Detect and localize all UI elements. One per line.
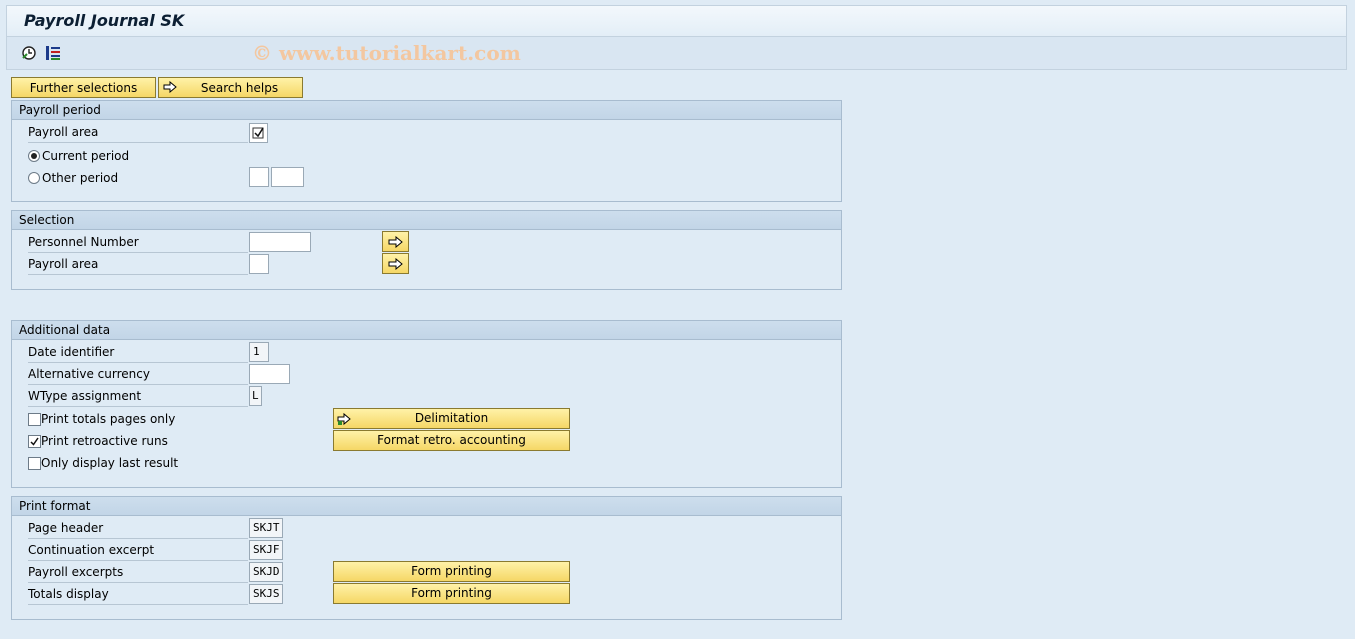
delimitation-icon bbox=[337, 412, 351, 426]
only-last-result-checkbox[interactable] bbox=[28, 457, 41, 470]
continuation-field[interactable]: SKJF bbox=[249, 540, 283, 560]
group-title: Payroll period bbox=[12, 101, 841, 120]
page-title: Payroll Journal SK bbox=[24, 11, 185, 30]
current-period-label: Current period bbox=[42, 149, 130, 163]
watermark: © www.tutorialkart.com bbox=[252, 41, 521, 65]
payroll-area-label: Payroll area bbox=[28, 123, 248, 143]
continuation-label: Continuation excerpt bbox=[28, 541, 248, 561]
program-doc-icon[interactable] bbox=[45, 45, 61, 61]
print-totals-checkbox[interactable] bbox=[28, 413, 41, 426]
arrow-right-icon bbox=[163, 81, 177, 93]
alt-currency-label: Alternative currency bbox=[28, 365, 248, 385]
payroll-period-group: Payroll period Payroll area Current peri… bbox=[11, 100, 842, 202]
format-retro-accounting-label: Format retro. accounting bbox=[377, 433, 526, 447]
personnel-number-multiple-selection-button[interactable] bbox=[382, 231, 409, 252]
delimitation-button[interactable]: Delimitation bbox=[333, 408, 570, 429]
title-bar: Payroll Journal SK bbox=[6, 5, 1347, 36]
execute-clock-icon[interactable] bbox=[21, 45, 37, 61]
page-header-label: Page header bbox=[28, 519, 248, 539]
additional-data-group: Additional data Date identifier 1 Altern… bbox=[11, 320, 842, 488]
application-toolbar: © www.tutorialkart.com bbox=[6, 36, 1347, 70]
print-retro-checkbox[interactable] bbox=[28, 435, 41, 448]
format-retro-accounting-button[interactable]: Format retro. accounting bbox=[333, 430, 570, 451]
page-header-field[interactable]: SKJT bbox=[249, 518, 283, 538]
current-period-radio[interactable] bbox=[28, 150, 40, 162]
other-period-year-field[interactable] bbox=[271, 167, 304, 187]
delimitation-label: Delimitation bbox=[414, 411, 489, 425]
selection-group: Selection Personnel Number Payroll area bbox=[11, 210, 842, 290]
payroll-excerpts-label: Payroll excerpts bbox=[28, 563, 248, 583]
alt-currency-field[interactable] bbox=[249, 364, 290, 384]
date-identifier-label: Date identifier bbox=[28, 343, 248, 363]
payroll-excerpts-field[interactable]: SKJD bbox=[249, 562, 283, 582]
group-title: Selection bbox=[12, 211, 841, 230]
wtype-field[interactable]: L bbox=[249, 386, 262, 406]
totals-display-label: Totals display bbox=[28, 585, 248, 605]
personnel-number-field[interactable] bbox=[249, 232, 311, 252]
payroll-area-sel-field[interactable] bbox=[249, 254, 269, 274]
arrow-right-icon bbox=[388, 258, 403, 270]
group-title: Print format bbox=[12, 497, 841, 516]
other-period-radio[interactable] bbox=[28, 172, 40, 184]
print-format-group: Print format Page header SKJT Continuati… bbox=[11, 496, 842, 620]
search-helps-label: Search helps bbox=[200, 81, 279, 95]
form-printing-label: Form printing bbox=[411, 564, 492, 578]
search-helps-button[interactable]: Search helps bbox=[158, 77, 303, 98]
print-totals-label: Print totals pages only bbox=[41, 412, 176, 426]
totals-display-field[interactable]: SKJS bbox=[249, 584, 283, 604]
date-identifier-field[interactable]: 1 bbox=[249, 342, 269, 362]
further-selections-button[interactable]: Further selections bbox=[11, 77, 156, 98]
arrow-right-icon bbox=[388, 236, 403, 248]
form-printing-label: Form printing bbox=[411, 586, 492, 600]
checkmark-icon bbox=[30, 437, 39, 446]
other-period-label: Other period bbox=[42, 171, 119, 185]
other-period-month-field[interactable] bbox=[249, 167, 269, 187]
only-last-result-label: Only display last result bbox=[41, 456, 179, 470]
payroll-area-checkbox[interactable] bbox=[249, 123, 268, 143]
payroll-area-sel-label: Payroll area bbox=[28, 255, 248, 275]
payroll-area-multiple-selection-button[interactable] bbox=[382, 253, 409, 274]
form-printing-button-2[interactable]: Form printing bbox=[333, 583, 570, 604]
checkbox-checked-icon bbox=[252, 127, 264, 139]
print-retro-label: Print retroactive runs bbox=[41, 434, 168, 448]
further-selections-label: Further selections bbox=[29, 81, 138, 95]
personnel-number-label: Personnel Number bbox=[28, 233, 248, 253]
form-printing-button-1[interactable]: Form printing bbox=[333, 561, 570, 582]
wtype-label: WType assignment bbox=[28, 387, 248, 407]
group-title: Additional data bbox=[12, 321, 841, 340]
